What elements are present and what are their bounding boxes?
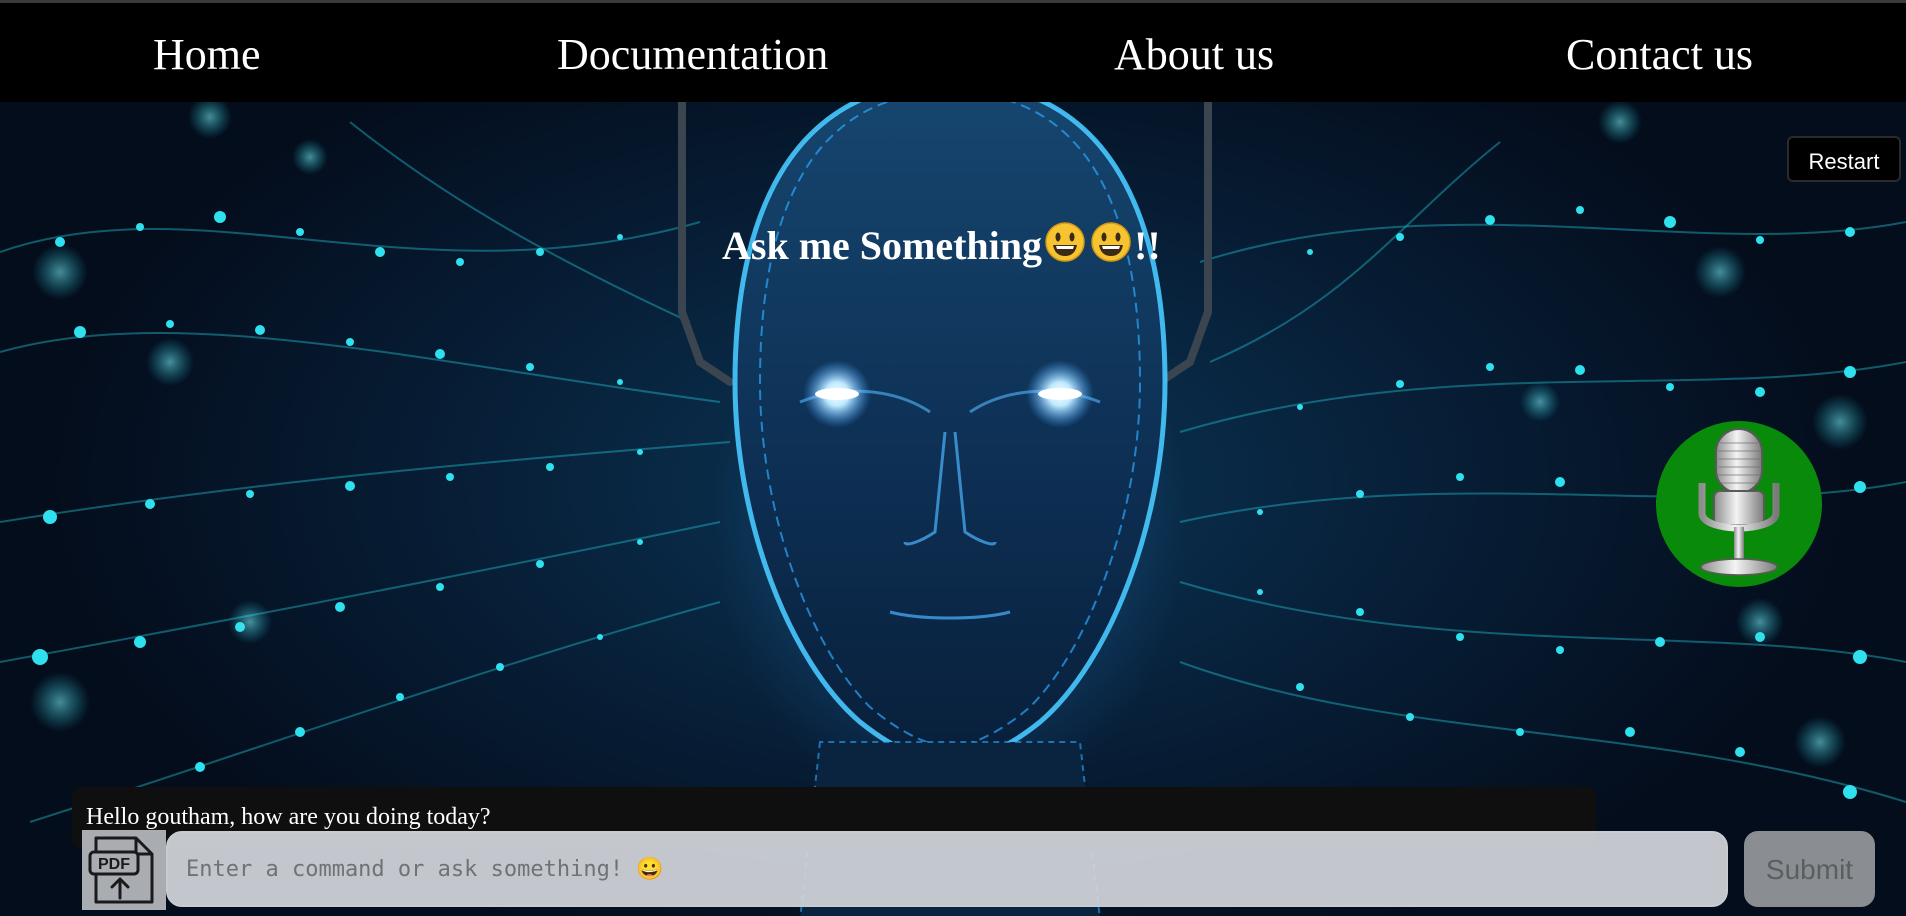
nav-contact-us-link[interactable]: Contact us: [1566, 29, 1753, 81]
microphone-icon: [1698, 428, 1780, 576]
smiley-icon: [1044, 221, 1086, 278]
page-heading-suffix: !!: [1134, 223, 1161, 268]
smiley-icon: [1090, 221, 1132, 278]
nav-home-link[interactable]: Home: [153, 29, 261, 81]
svg-text:PDF: PDF: [98, 856, 130, 873]
top-nav: Home Documentation About us Contact us: [0, 3, 1906, 102]
restart-button[interactable]: Restart: [1787, 136, 1901, 182]
page-heading-text: Ask me Something: [722, 223, 1043, 268]
pdf-upload-icon: PDF: [88, 836, 154, 904]
submit-button[interactable]: Submit: [1744, 831, 1875, 907]
pdf-upload-button[interactable]: PDF: [82, 830, 166, 910]
nav-about-us-link[interactable]: About us: [1114, 29, 1274, 81]
nav-documentation-link[interactable]: Documentation: [557, 29, 828, 81]
command-input[interactable]: [166, 831, 1728, 907]
page-heading: Ask me Something !!: [722, 218, 1161, 278]
app-page: Home Documentation About us Contact us R…: [0, 0, 1906, 916]
microphone-button[interactable]: [1656, 421, 1822, 587]
chat-message: Hello goutham, how are you doing today?: [86, 804, 491, 830]
